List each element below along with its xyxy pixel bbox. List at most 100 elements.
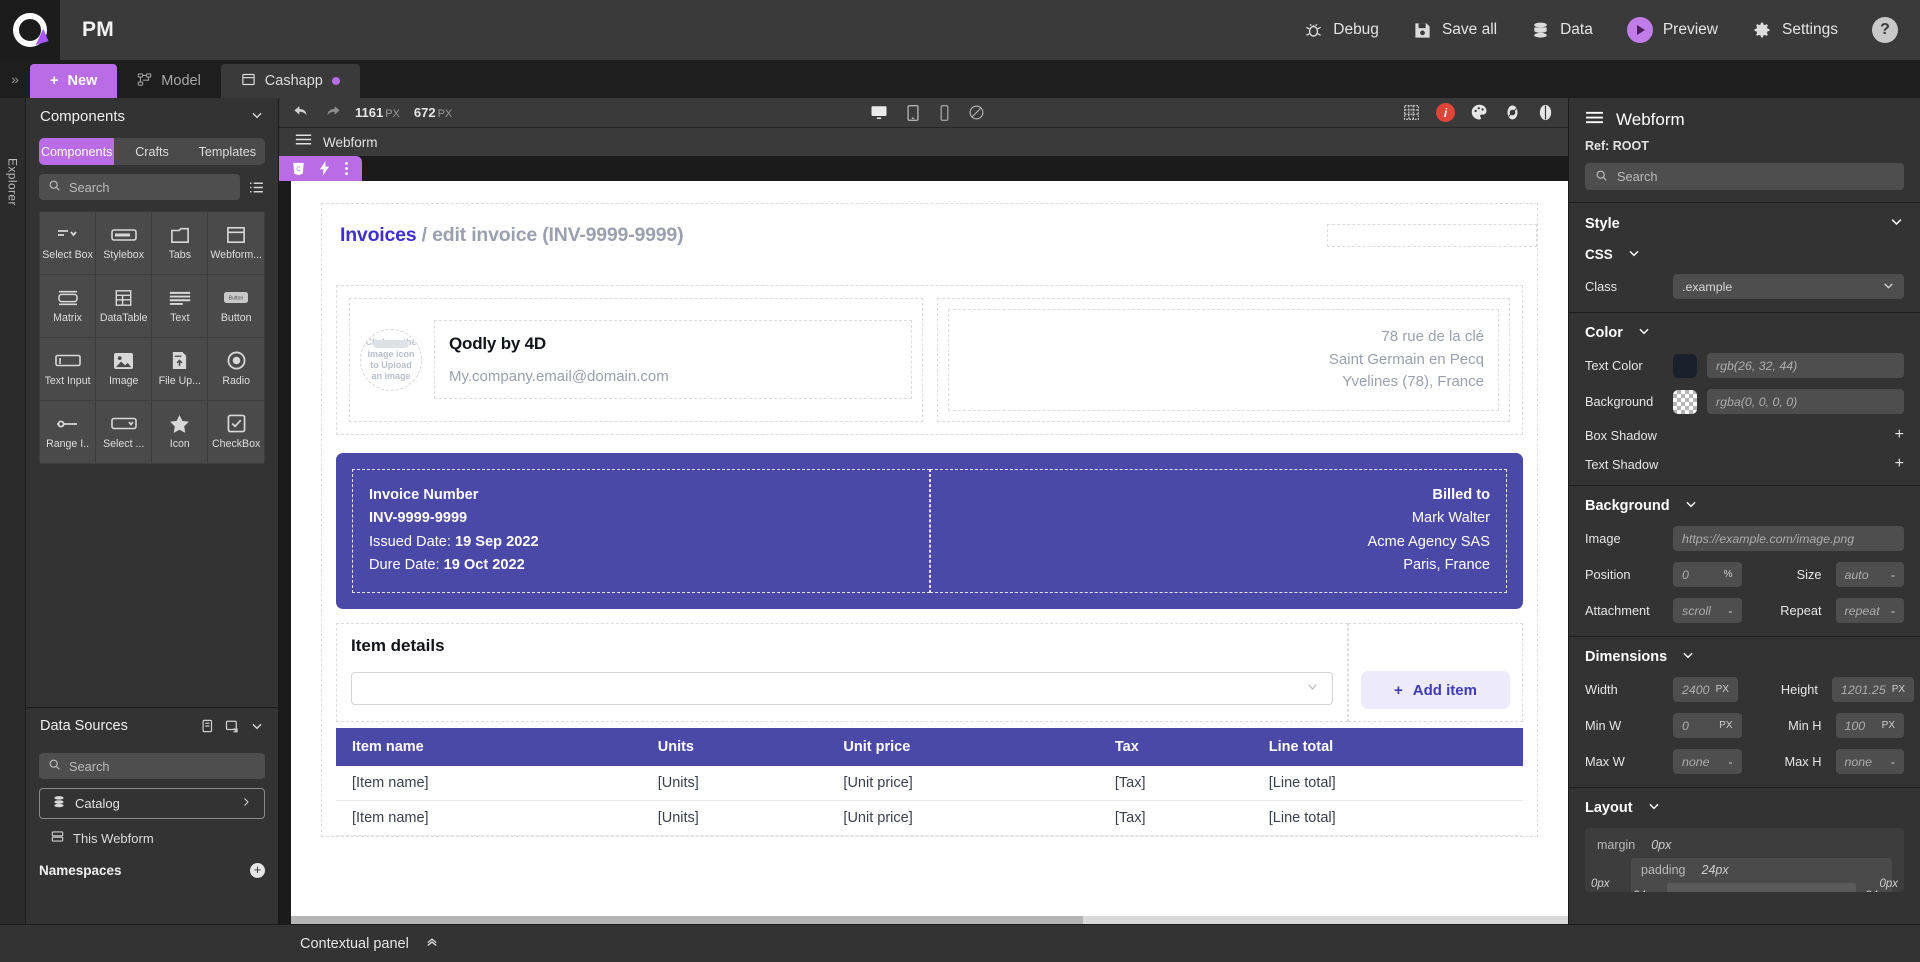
component-webform-loader[interactable]: Webform...: [208, 212, 264, 274]
padding-left-value[interactable]: 24px: [1633, 890, 1658, 892]
undo-icon[interactable]: [293, 104, 310, 121]
column-header[interactable]: Tax: [1104, 728, 1259, 767]
add-datasource-icon[interactable]: [225, 719, 240, 734]
add-text-shadow-button[interactable]: +: [1895, 456, 1904, 472]
items-table-wrapper[interactable]: Item name Units Unit price Tax Line tota…: [336, 728, 1523, 837]
debug-button[interactable]: Debug: [1304, 21, 1379, 40]
column-header[interactable]: Item name: [336, 728, 648, 767]
eye-icon[interactable]: [1504, 104, 1521, 121]
header-right-placeholder[interactable]: [1327, 224, 1537, 247]
item-details-left[interactable]: Item details: [336, 623, 1348, 723]
component-button[interactable]: Button Button: [208, 275, 264, 337]
data-button[interactable]: Data: [1531, 21, 1593, 40]
webform-canvas-page[interactable]: Invoices / edit invoice (INV-9999-9999): [291, 181, 1568, 916]
padding-right-value[interactable]: 24px: [1865, 890, 1890, 892]
contrast-icon[interactable]: [1537, 104, 1554, 121]
tablet-icon[interactable]: [905, 104, 921, 122]
background-size-input[interactable]: auto -: [1835, 562, 1904, 587]
table-row[interactable]: [Item name] [Units] [Unit price] [Tax] […: [336, 800, 1523, 837]
grid-icon[interactable]: [1403, 104, 1420, 121]
column-header[interactable]: Unit price: [833, 728, 1105, 767]
company-text-block[interactable]: Qodly by 4D My.company.email@domain.com: [434, 320, 912, 400]
color-section-header[interactable]: Color: [1585, 324, 1904, 342]
component-datatable[interactable]: DataTable: [96, 275, 152, 337]
background-attachment-input[interactable]: scroll -: [1673, 598, 1742, 623]
error-badge[interactable]: i: [1436, 103, 1455, 122]
segment-components[interactable]: Components: [39, 138, 115, 165]
component-select-box[interactable]: Select Box: [40, 212, 96, 274]
max-height-input[interactable]: none -: [1835, 749, 1904, 774]
component-text[interactable]: Text: [152, 275, 208, 337]
box-model-editor[interactable]: margin 0px padding 24px 24px 24px: [1585, 828, 1904, 892]
margin-right-value[interactable]: 0px: [1879, 878, 1898, 890]
tab-cashapp[interactable]: Cashapp: [220, 64, 360, 98]
text-color-swatch[interactable]: [1673, 353, 1697, 378]
component-tabs[interactable]: Tabs: [152, 212, 208, 274]
copy-icon[interactable]: [201, 719, 215, 733]
no-device-icon[interactable]: [968, 104, 985, 121]
add-namespace-button[interactable]: +: [250, 862, 265, 878]
padding-value[interactable]: 24px: [1702, 863, 1729, 877]
help-button[interactable]: ?: [1872, 17, 1898, 43]
component-radio[interactable]: Radio: [208, 338, 264, 400]
mobile-icon[interactable]: [938, 104, 951, 122]
address-block[interactable]: 78 rue de la clé Saint Germain en Pecq Y…: [936, 298, 1510, 422]
padding-box[interactable]: padding 24px 24px 24px: [1631, 858, 1892, 892]
background-section-header[interactable]: Background: [1585, 497, 1904, 515]
width-input[interactable]: 2400 PX: [1673, 677, 1738, 702]
tab-model[interactable]: Model: [117, 64, 221, 98]
list-view-icon[interactable]: [248, 179, 265, 196]
lightning-icon[interactable]: [319, 161, 330, 176]
component-matrix[interactable]: Matrix: [40, 275, 96, 337]
explorer-rail-label[interactable]: Explorer: [6, 158, 20, 206]
company-address[interactable]: 78 rue de la clé Saint Germain en Pecq Y…: [947, 309, 1499, 411]
new-tab-button[interactable]: + New: [30, 64, 118, 98]
breadcrumb-label[interactable]: Webform: [323, 135, 378, 150]
height-input[interactable]: 1201.25 PX: [1831, 677, 1915, 702]
component-checkbox[interactable]: CheckBox: [208, 401, 264, 463]
redo-icon[interactable]: [324, 104, 341, 121]
invoice-summary-banner[interactable]: Invoice Number INV-9999-9999 Issued Date…: [336, 452, 1523, 610]
this-webform-item[interactable]: This Webform: [39, 826, 265, 850]
component-image[interactable]: Image: [96, 338, 152, 400]
add-box-shadow-button[interactable]: +: [1895, 427, 1904, 443]
background-position-input[interactable]: 0 %: [1673, 562, 1742, 587]
item-select-input[interactable]: [351, 672, 1333, 706]
catalog-item[interactable]: Catalog: [39, 788, 265, 819]
column-header[interactable]: Units: [647, 728, 834, 767]
column-header[interactable]: Line total: [1258, 728, 1523, 767]
page-root-container[interactable]: Invoices / edit invoice (INV-9999-9999): [321, 203, 1538, 838]
data-sources-search-input[interactable]: Search: [39, 753, 265, 779]
invoice-number-block[interactable]: Invoice Number INV-9999-9999 Issued Date…: [352, 468, 930, 594]
table-row[interactable]: [Item name] [Units] [Unit price] [Tax] […: [336, 766, 1523, 802]
canvas-horizontal-scrollbar[interactable]: [291, 916, 1568, 924]
layout-section-header[interactable]: Layout: [1585, 799, 1904, 817]
palette-icon[interactable]: [1471, 104, 1488, 121]
component-text-input[interactable]: Text Input: [40, 338, 96, 400]
class-select[interactable]: .example: [1673, 274, 1904, 299]
billed-to-block[interactable]: Billed to Mark Walter Acme Agency SAS Pa…: [929, 468, 1507, 594]
component-stylebox[interactable]: Stylebox: [96, 212, 152, 274]
dimensions-section-header[interactable]: Dimensions: [1585, 648, 1904, 666]
css-subsection-header[interactable]: CSS: [1585, 246, 1904, 263]
style-section-header[interactable]: Style: [1585, 214, 1904, 233]
save-all-button[interactable]: Save all: [1413, 21, 1497, 40]
item-details-right[interactable]: + Add item: [1348, 623, 1523, 723]
max-width-input[interactable]: none -: [1673, 749, 1742, 774]
components-search-input[interactable]: Search: [39, 174, 240, 200]
component-select-dropdown[interactable]: Select ...: [96, 401, 152, 463]
text-color-input[interactable]: rgb(26, 32, 44): [1707, 353, 1904, 378]
more-vertical-icon[interactable]: [344, 161, 349, 176]
chevron-down-icon[interactable]: [250, 719, 264, 733]
css-icon[interactable]: C: [292, 162, 305, 176]
segment-crafts[interactable]: Crafts: [114, 138, 189, 165]
chevron-up-double-icon[interactable]: [425, 935, 439, 952]
company-block[interactable]: Click on the image icon to Upload an ima…: [349, 298, 923, 422]
invoices-link[interactable]: Invoices: [340, 224, 417, 246]
chevron-down-icon[interactable]: [250, 108, 264, 125]
segment-templates[interactable]: Templates: [190, 138, 265, 165]
qodly-logo-icon[interactable]: [0, 0, 60, 60]
background-repeat-input[interactable]: repeat -: [1835, 598, 1904, 623]
background-color-swatch[interactable]: [1673, 389, 1697, 414]
min-width-input[interactable]: 0 PX: [1673, 713, 1742, 738]
